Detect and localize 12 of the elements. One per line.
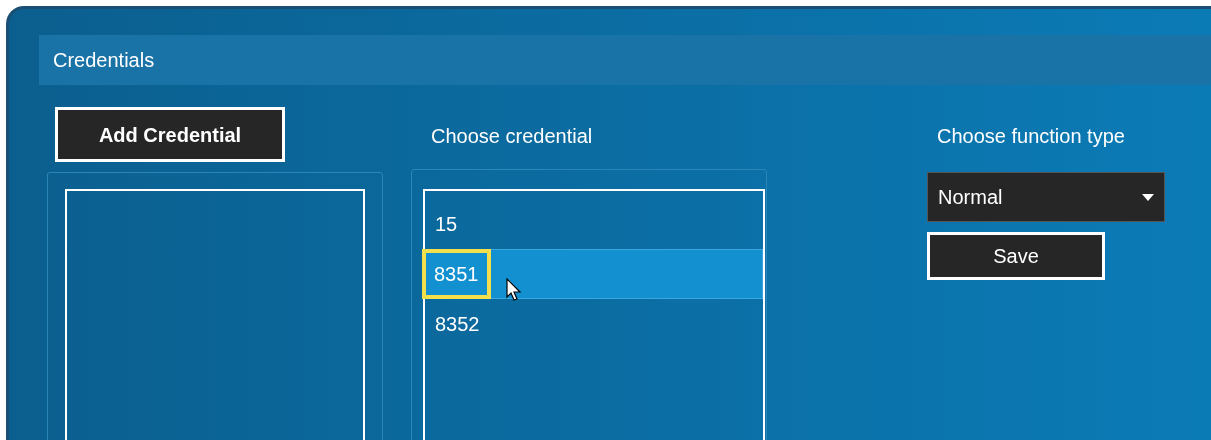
function-type-label: Choose function type <box>937 124 1126 149</box>
credential-item[interactable]: 8351 <box>425 249 763 299</box>
function-type-dropdown[interactable]: Normal <box>927 172 1165 222</box>
cursor-icon <box>506 278 522 302</box>
empty-list[interactable] <box>65 189 365 440</box>
section-title: Credentials <box>53 48 155 73</box>
caret-icon <box>1142 193 1154 201</box>
save-button[interactable]: Save <box>927 232 1105 280</box>
add-credential-button[interactable]: Add Credential <box>55 107 285 162</box>
credential-item[interactable]: 8352 <box>425 299 763 349</box>
choose-credential-label: Choose credential <box>431 124 594 149</box>
credential-item[interactable]: 15 <box>425 199 763 249</box>
